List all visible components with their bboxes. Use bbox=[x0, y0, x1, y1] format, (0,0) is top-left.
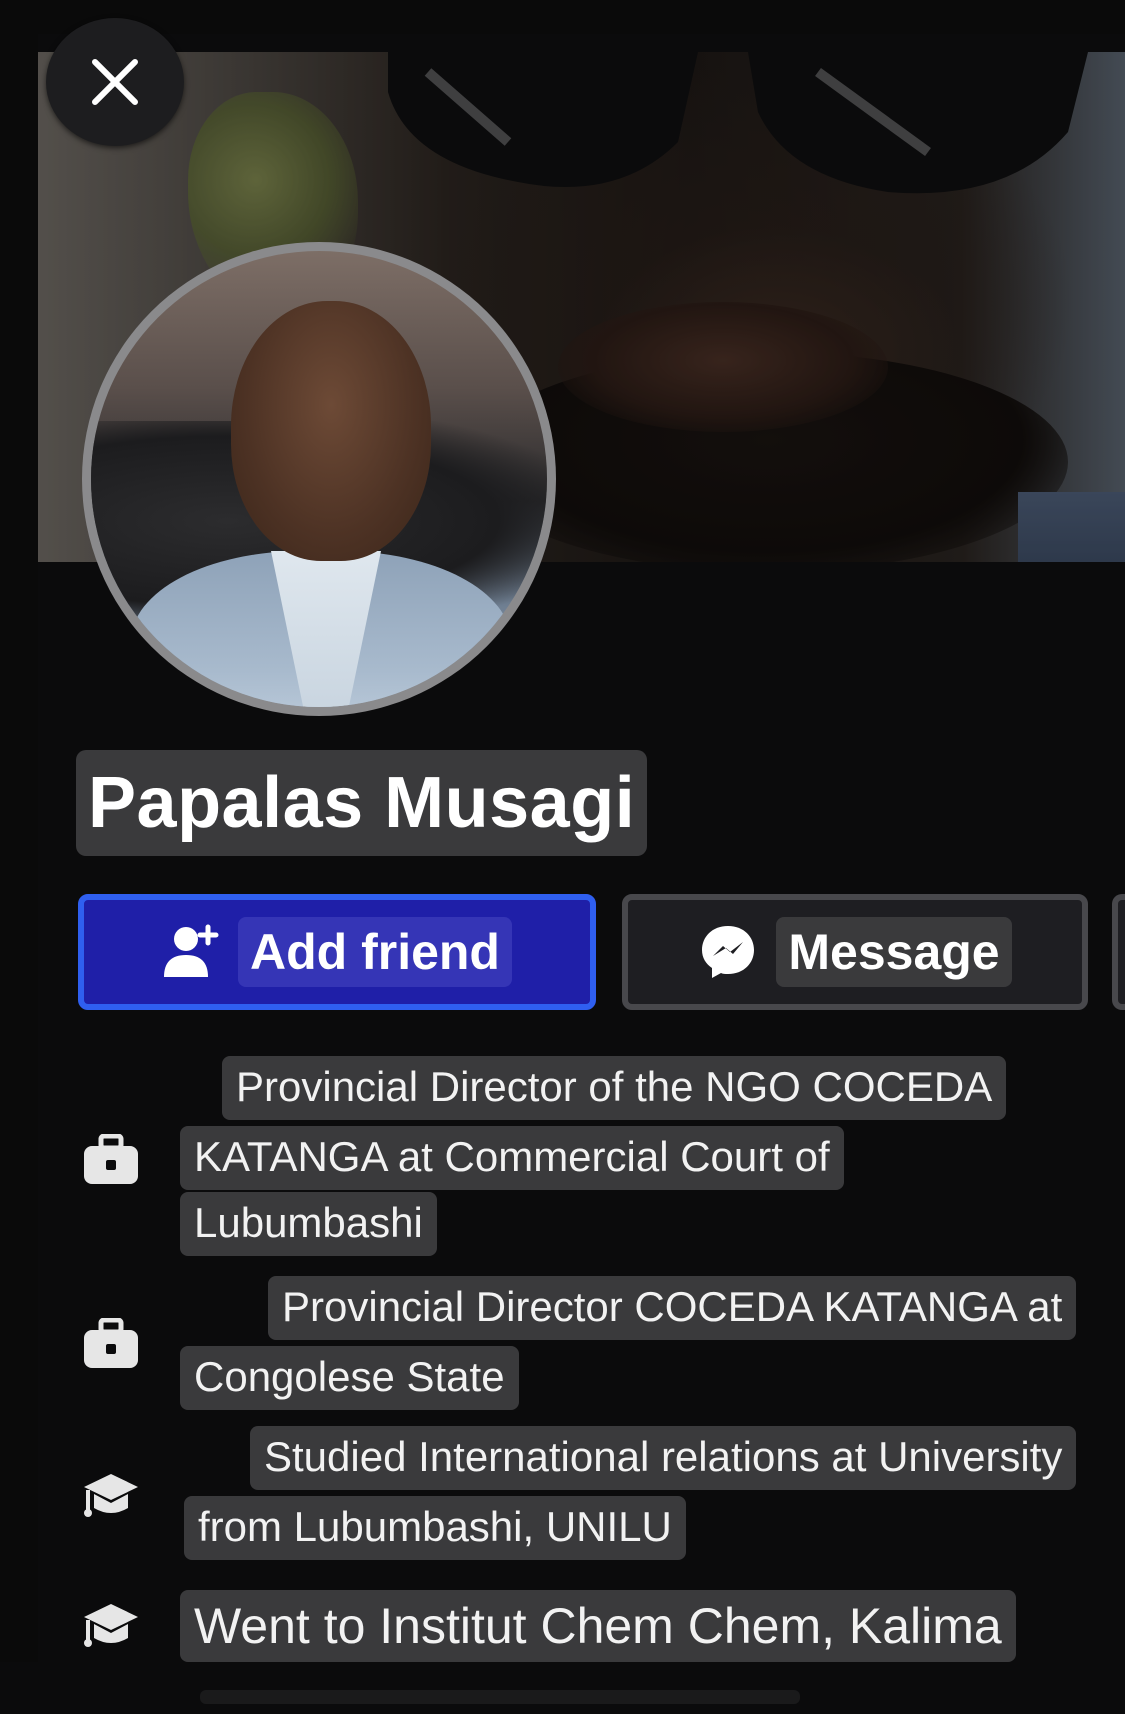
avatar-head bbox=[231, 301, 431, 561]
work1-line1: Provincial Director of the NGO COCEDA bbox=[222, 1056, 1007, 1120]
work1-line3: Lubumbashi bbox=[180, 1192, 437, 1256]
add-person-icon bbox=[164, 924, 219, 977]
avatar bbox=[91, 251, 547, 707]
graduation-cap-icon bbox=[84, 1604, 138, 1647]
more-options-button[interactable] bbox=[1112, 894, 1125, 1010]
status-bar-area bbox=[0, 0, 1125, 34]
messenger-icon bbox=[702, 926, 755, 978]
profile-picture[interactable] bbox=[82, 242, 556, 716]
bottom-edge bbox=[0, 1662, 1125, 1714]
work2-line1: Provincial Director COCEDA KATANGA at bbox=[268, 1276, 1077, 1340]
edu1-line1: Studied International relations at Unive… bbox=[250, 1426, 1077, 1490]
briefcase-icon bbox=[84, 1134, 138, 1184]
add-friend-button[interactable]: Add friend bbox=[78, 894, 596, 1010]
message-label: Message bbox=[776, 917, 1012, 987]
profile-name: Papalas Musagi bbox=[88, 763, 636, 843]
close-button[interactable] bbox=[46, 18, 184, 146]
briefcase-icon bbox=[84, 1318, 138, 1368]
profile-screen: Papalas Musagi Add friend Message Provin… bbox=[0, 0, 1125, 1714]
add-friend-label: Add friend bbox=[238, 917, 512, 987]
edu1-line2: from Lubumbashi, UNILU bbox=[184, 1496, 686, 1560]
message-button[interactable]: Message bbox=[622, 894, 1088, 1010]
edu2-line1: Went to Institut Chem Chem, Kalima bbox=[180, 1590, 1016, 1662]
graduation-cap-icon bbox=[84, 1474, 138, 1517]
work2-line2: Congolese State bbox=[180, 1346, 519, 1410]
close-icon bbox=[92, 59, 138, 105]
profile-name-container: Papalas Musagi bbox=[76, 750, 648, 856]
work1-line2: KATANGA at Commercial Court of bbox=[180, 1126, 844, 1190]
left-gutter bbox=[0, 34, 38, 1714]
cut-off-row bbox=[200, 1690, 800, 1704]
